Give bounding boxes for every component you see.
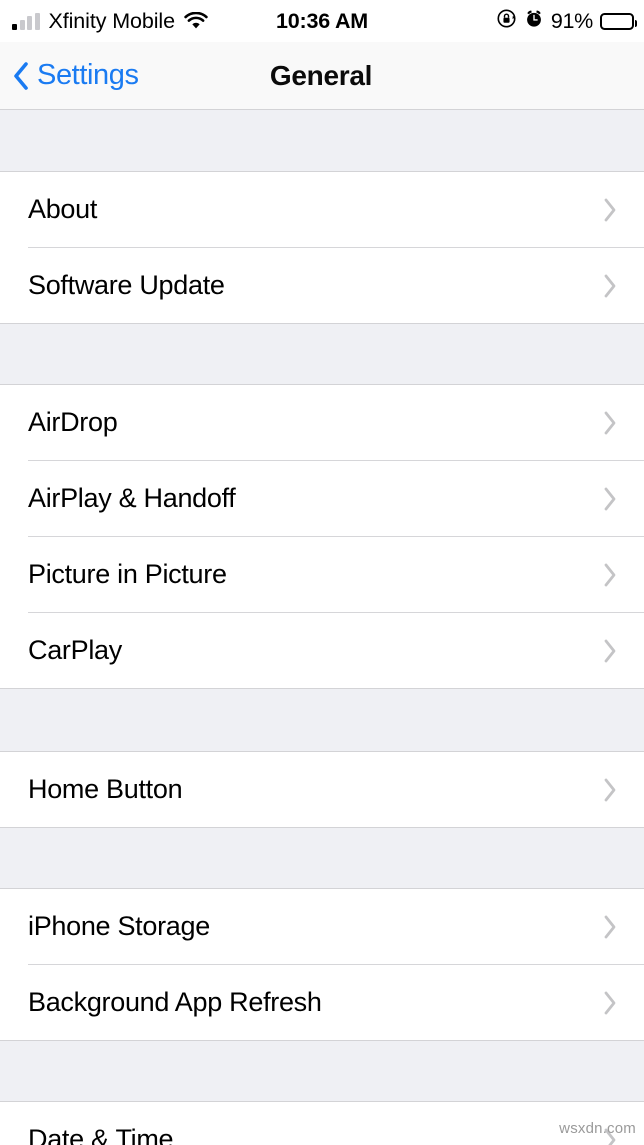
- about-section: About Software Update: [0, 172, 644, 323]
- section-gap: [0, 688, 644, 752]
- list-item[interactable]: CarPlay: [0, 613, 644, 688]
- navigation-bar: Settings General: [0, 42, 644, 110]
- battery-icon: [600, 12, 637, 30]
- list-item[interactable]: AirPlay & Handoff: [0, 461, 644, 536]
- section-gap: [0, 1040, 644, 1102]
- home-button-section: Home Button: [0, 752, 644, 827]
- chevron-right-icon: [600, 483, 620, 515]
- list-item[interactable]: iPhone Storage: [0, 889, 644, 964]
- cellular-signal-icon: [12, 12, 40, 30]
- list-item[interactable]: Background App Refresh: [0, 965, 644, 1040]
- list-item[interactable]: About: [0, 172, 644, 247]
- list-item[interactable]: Date & Time: [0, 1102, 644, 1145]
- list-item-label: Date & Time: [28, 1124, 174, 1145]
- chevron-right-icon: [600, 635, 620, 667]
- chevron-right-icon: [600, 911, 620, 943]
- wifi-icon: [184, 11, 208, 30]
- chevron-right-icon: [600, 559, 620, 591]
- list-item-label: Software Update: [28, 270, 225, 300]
- list-item-label: Picture in Picture: [28, 559, 227, 589]
- list-item[interactable]: Home Button: [0, 752, 644, 827]
- list-item-label: Home Button: [28, 774, 183, 804]
- section-gap: [0, 323, 644, 385]
- list-item-label: CarPlay: [28, 635, 122, 665]
- list-item[interactable]: AirDrop: [0, 385, 644, 460]
- chevron-right-icon: [600, 407, 620, 439]
- section-gap: [0, 827, 644, 889]
- watermark: wsxdn.com: [559, 1120, 636, 1137]
- list-item[interactable]: Picture in Picture: [0, 537, 644, 612]
- rotation-lock-icon: [496, 8, 517, 34]
- chevron-right-icon: [600, 987, 620, 1019]
- list-item-label: AirPlay & Handoff: [28, 483, 236, 513]
- alarm-clock-icon: [524, 8, 544, 34]
- chevron-right-icon: [600, 194, 620, 226]
- battery-percent-label: 91%: [550, 8, 593, 33]
- list-item-label: Background App Refresh: [28, 987, 322, 1017]
- list-item[interactable]: Software Update: [0, 248, 644, 323]
- datetime-section: Date & Time: [0, 1102, 644, 1145]
- clock-label: 10:36 AM: [275, 8, 368, 33]
- iphone-settings-screen: Xfinity Mobile 10:36 AM 91% Settings Gen…: [0, 0, 644, 1145]
- storage-section: iPhone Storage Background App Refresh: [0, 889, 644, 1040]
- list-item-label: iPhone Storage: [28, 911, 210, 941]
- carrier-label: Xfinity Mobile: [48, 8, 176, 33]
- list-item-label: About: [28, 194, 98, 224]
- status-bar-right: 91%: [496, 0, 637, 42]
- connectivity-section: AirDrop AirPlay & Handoff Picture in Pictu…: [0, 385, 644, 688]
- list-item-label: AirDrop: [28, 407, 118, 437]
- status-bar: Xfinity Mobile 10:36 AM 91%: [0, 0, 644, 42]
- settings-list: About Software Update AirDrop AirPlay & Han…: [0, 110, 644, 1145]
- status-bar-left: Xfinity Mobile: [12, 0, 208, 42]
- page-title: General: [269, 59, 373, 91]
- section-gap: [0, 110, 644, 172]
- chevron-right-icon: [600, 270, 620, 302]
- chevron-right-icon: [600, 774, 620, 806]
